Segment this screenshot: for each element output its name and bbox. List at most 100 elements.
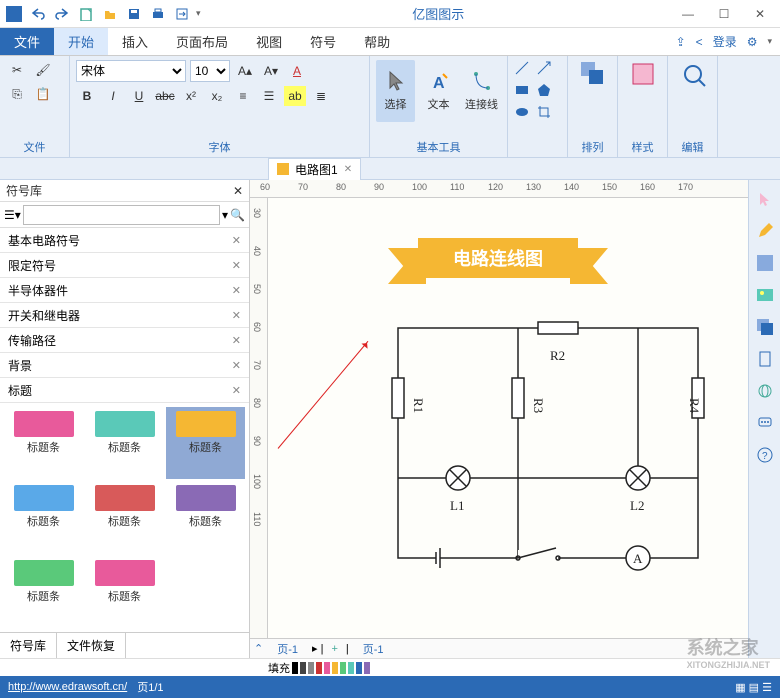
category-close-icon[interactable]: ✕ <box>232 334 241 347</box>
print-button[interactable] <box>148 4 168 24</box>
login-link[interactable]: 登录 <box>713 33 737 50</box>
category-close-icon[interactable]: ✕ <box>232 284 241 297</box>
font-size-select[interactable]: 10 <box>190 60 230 82</box>
circuit-diagram[interactable] <box>388 318 708 578</box>
rb-world-icon[interactable] <box>754 380 776 402</box>
maximize-button[interactable]: ☐ <box>712 2 736 26</box>
category-close-icon[interactable]: ✕ <box>232 259 241 272</box>
canvas[interactable]: 电路连线图 <box>268 198 748 638</box>
save-button[interactable] <box>124 4 144 24</box>
category-item[interactable]: 标题✕ <box>0 378 249 403</box>
tab-home[interactable]: 开始 <box>54 28 108 55</box>
shape-item[interactable]: 标题条 <box>166 481 245 553</box>
underline-button[interactable]: U <box>128 86 150 106</box>
category-close-icon[interactable]: ✕ <box>232 359 241 372</box>
category-item[interactable]: 传输路径✕ <box>0 328 249 353</box>
tool-select[interactable]: 选择 <box>376 60 415 122</box>
shape-item[interactable]: 标题条 <box>85 407 164 479</box>
cut-button[interactable]: ✂ <box>6 60 28 80</box>
rb-layers-icon[interactable] <box>754 316 776 338</box>
bold-button[interactable]: B <box>76 86 98 106</box>
panel-close-icon[interactable]: ✕ <box>233 184 243 198</box>
category-item[interactable]: 半导体器件✕ <box>0 278 249 303</box>
category-close-icon[interactable]: ✕ <box>232 234 241 247</box>
shape-item[interactable]: 标题条 <box>4 407 83 479</box>
search-icon[interactable]: 🔍 <box>230 208 245 222</box>
category-item[interactable]: 限定符号✕ <box>0 253 249 278</box>
font-color-button[interactable]: A <box>286 61 308 81</box>
line-shape-icon[interactable] <box>514 60 532 78</box>
minimize-button[interactable]: — <box>676 2 700 26</box>
paste-button[interactable]: 📋 <box>32 84 54 104</box>
tab-help[interactable]: 帮助 <box>350 28 404 55</box>
share-icon[interactable]: < <box>696 35 703 49</box>
category-item[interactable]: 背景✕ <box>0 353 249 378</box>
rb-image-icon[interactable] <box>754 284 776 306</box>
color-swatch[interactable] <box>324 662 330 674</box>
subscript-button[interactable]: x₂ <box>206 86 228 106</box>
line-spacing-button[interactable]: ≡ <box>232 86 254 106</box>
page-nav-first-icon[interactable]: ⌃ <box>254 642 263 655</box>
shape-item[interactable]: 标题条 <box>85 481 164 553</box>
pentagon-shape-icon[interactable] <box>536 82 554 100</box>
tool-connector[interactable]: 连接线 <box>462 60 501 122</box>
copy-button[interactable]: ⎘ <box>6 84 28 104</box>
close-button[interactable]: ✕ <box>748 2 772 26</box>
shape-item[interactable]: 标题条 <box>85 556 164 628</box>
superscript-button[interactable]: x² <box>180 86 202 106</box>
tab-layout[interactable]: 页面布局 <box>162 28 242 55</box>
category-item[interactable]: 基本电路符号✕ <box>0 228 249 253</box>
shape-item[interactable]: 标题条 <box>4 556 83 628</box>
status-url[interactable]: http://www.edrawsoft.cn/ <box>8 681 127 693</box>
tab-symbol[interactable]: 符号 <box>296 28 350 55</box>
export-button[interactable] <box>172 4 192 24</box>
undo-button[interactable] <box>28 4 48 24</box>
close-tab-icon[interactable]: ✕ <box>344 164 352 175</box>
rb-chat-icon[interactable] <box>754 412 776 434</box>
ellipse-shape-icon[interactable] <box>514 104 532 122</box>
edit-icon[interactable] <box>679 60 707 88</box>
format-painter-button[interactable]: 🖌 <box>32 60 54 80</box>
tab-file[interactable]: 文件 <box>0 28 54 55</box>
footer-tab-recover[interactable]: 文件恢复 <box>57 633 126 658</box>
page-add-icon[interactable]: + <box>331 643 337 655</box>
search-dropdown-icon[interactable]: ▾ <box>222 208 228 222</box>
shape-item[interactable]: 标题条 <box>4 481 83 553</box>
style-icon[interactable] <box>629 60 657 88</box>
color-swatch[interactable] <box>356 662 362 674</box>
crop-shape-icon[interactable] <box>536 104 554 122</box>
open-button[interactable] <box>100 4 120 24</box>
chevron-down-icon[interactable]: ▾ <box>767 36 772 47</box>
document-tab[interactable]: 电路图1 ✕ <box>268 158 361 180</box>
settings-icon[interactable]: ⚙ <box>747 35 758 49</box>
page-tab[interactable]: 页-1 <box>271 641 304 657</box>
color-swatch[interactable] <box>332 662 338 674</box>
new-button[interactable] <box>76 4 96 24</box>
strike-button[interactable]: abc <box>154 86 176 106</box>
title-banner[interactable]: 电路连线图 <box>388 238 608 284</box>
arrange-icon[interactable] <box>579 60 607 88</box>
rb-cursor-icon[interactable] <box>754 188 776 210</box>
redo-button[interactable] <box>52 4 72 24</box>
color-swatch[interactable] <box>316 662 322 674</box>
rb-page-icon[interactable] <box>754 348 776 370</box>
color-swatch[interactable] <box>348 662 354 674</box>
tool-text[interactable]: A 文本 <box>419 60 458 122</box>
grow-font-button[interactable]: A▴ <box>234 61 256 81</box>
italic-button[interactable]: I <box>102 86 124 106</box>
tab-insert[interactable]: 插入 <box>108 28 162 55</box>
font-name-select[interactable]: 宋体 <box>76 60 186 82</box>
color-swatch[interactable] <box>300 662 306 674</box>
arrow-shape-icon[interactable] <box>536 60 554 78</box>
shape-item[interactable]: 标题条 <box>166 407 245 479</box>
category-item[interactable]: 开关和继电器✕ <box>0 303 249 328</box>
library-menu-icon[interactable]: ☰▾ <box>4 208 21 222</box>
highlight-button[interactable]: ab <box>284 86 306 106</box>
color-swatch[interactable] <box>292 662 298 674</box>
tab-view[interactable]: 视图 <box>242 28 296 55</box>
bullet-list-button[interactable]: ☰ <box>258 86 280 106</box>
color-swatch[interactable] <box>364 662 370 674</box>
color-swatch[interactable] <box>308 662 314 674</box>
rect-shape-icon[interactable] <box>514 82 532 100</box>
category-close-icon[interactable]: ✕ <box>232 309 241 322</box>
